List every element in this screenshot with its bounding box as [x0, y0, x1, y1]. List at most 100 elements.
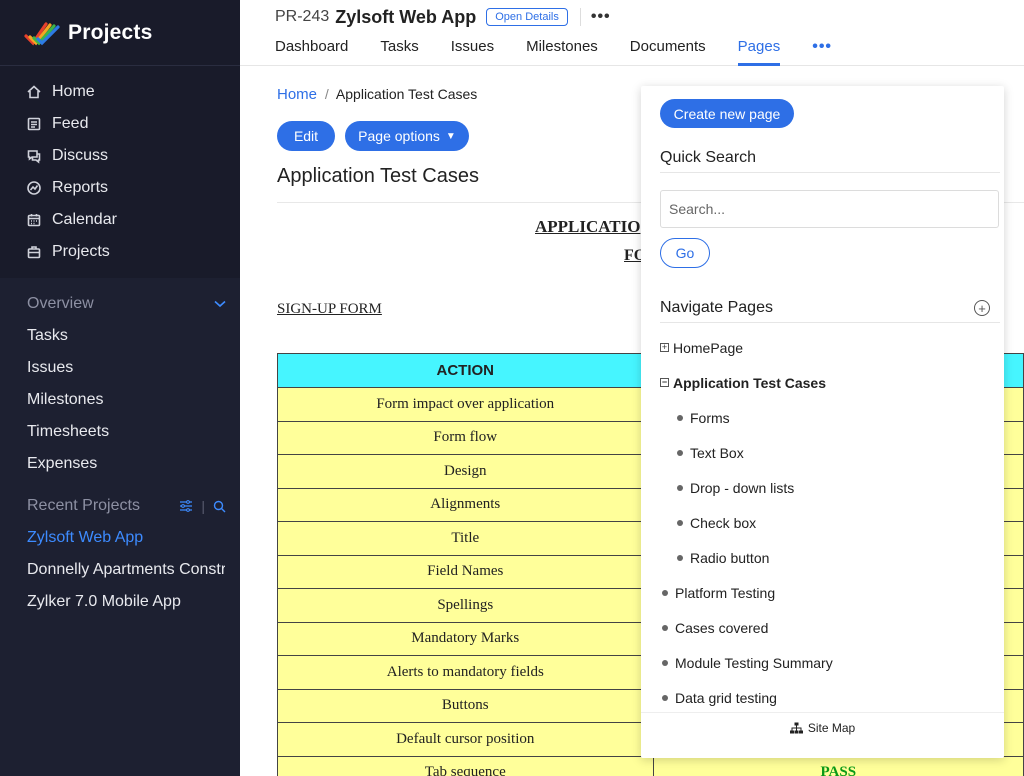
nav-item-label: Feed — [52, 115, 89, 132]
bullet-icon — [677, 414, 683, 421]
tab-tasks[interactable]: Tasks — [380, 38, 418, 66]
nav-item-label: Discuss — [52, 147, 109, 164]
project-line: PR-243 Zylsoft Web App Open Details ••• — [275, 6, 611, 28]
page-options-button[interactable]: Page options ▼ — [345, 121, 469, 151]
nav-item-label: Home — [52, 83, 95, 100]
overview-section: Overview Tasks Issues Milestones Timeshe… — [0, 288, 240, 480]
nav-item-feed[interactable]: Feed — [0, 108, 240, 140]
overview-item-tasks[interactable]: Tasks — [27, 320, 225, 352]
bullet-icon — [662, 659, 668, 666]
table-cell-action: Default cursor position — [277, 722, 654, 757]
tree-node-platform-testing[interactable]: Platform Testing — [660, 575, 1000, 610]
nav-item-label: Reports — [52, 179, 109, 196]
page-search-input[interactable] — [660, 190, 999, 228]
bullet-icon — [662, 589, 668, 596]
recent-project-donnelly[interactable]: Donnelly Apartments Construction — [27, 554, 225, 586]
tree-node-application-test-cases[interactable]: − Application Test Cases — [660, 365, 1000, 400]
open-details-button[interactable]: Open Details — [486, 8, 568, 26]
go-button[interactable]: Go — [660, 238, 710, 268]
more-tabs-icon[interactable]: ••• — [812, 38, 832, 66]
table-cell-action: Buttons — [277, 688, 654, 723]
discuss-icon — [27, 150, 41, 164]
tab-documents[interactable]: Documents — [630, 38, 706, 66]
table-cell-action: Form flow — [277, 420, 654, 455]
primary-nav: Home Feed Discuss Reports Calendar Proje… — [0, 66, 240, 278]
tab-pages[interactable]: Pages — [737, 38, 781, 66]
bullet-icon — [677, 484, 683, 491]
tree-node-cases-covered[interactable]: Cases covered — [660, 610, 1000, 645]
table-cell-action: Field Names — [277, 554, 654, 589]
page-title: Application Test Cases — [277, 165, 479, 187]
recent-project-zylsoft[interactable]: Zylsoft Web App — [27, 522, 225, 554]
doc-section-title: SIGN-UP FORM — [277, 301, 382, 317]
overview-heading[interactable]: Overview — [27, 288, 240, 320]
tab-issues[interactable]: Issues — [451, 38, 494, 66]
tree-node-data-grid-testing[interactable]: Data grid testing — [660, 680, 1000, 715]
briefcase-icon — [27, 246, 41, 259]
navigate-pages-divider — [660, 322, 1000, 323]
calendar-icon — [27, 214, 41, 227]
project-name: Zylsoft Web App — [335, 6, 477, 27]
tree-node-homepage[interactable]: + HomePage — [660, 330, 1000, 365]
expand-icon[interactable]: + — [660, 343, 669, 352]
nav-item-home[interactable]: Home — [0, 76, 240, 108]
tree-node-check-box[interactable]: Check box — [660, 505, 1000, 540]
breadcrumb-current: Application Test Cases — [335, 86, 478, 102]
brand[interactable]: Projects — [0, 0, 240, 66]
header-divider — [579, 8, 581, 26]
nav-item-calendar[interactable]: Calendar — [0, 204, 240, 236]
page-tree: + HomePage − Application Test Cases Forms … — [660, 330, 1000, 715]
projects-logo-icon — [24, 21, 60, 45]
create-new-page-button[interactable]: Create new page — [660, 99, 794, 128]
bullet-icon — [677, 519, 683, 526]
bullet-icon — [677, 554, 683, 561]
brand-title: Projects — [68, 20, 153, 44]
recent-tools: | — [179, 498, 226, 514]
doc-heading: APPLICATIO — [535, 217, 641, 236]
navigate-pages-label: Navigate Pages — [660, 299, 773, 316]
feed-icon — [27, 117, 41, 131]
table-cell-action: Spellings — [277, 588, 654, 623]
chevron-down-icon[interactable] — [214, 300, 226, 308]
overview-item-expenses[interactable]: Expenses — [27, 448, 225, 480]
breadcrumb-separator: / — [324, 86, 329, 102]
table-cell-action: Mandatory Marks — [277, 621, 654, 656]
tab-milestones[interactable]: Milestones — [526, 38, 598, 66]
table-header-action: ACTION — [277, 353, 654, 388]
site-map-link[interactable]: Site Map — [641, 712, 1004, 742]
search-icon[interactable] — [213, 500, 226, 513]
table-cell-action: Design — [277, 454, 654, 489]
breadcrumb-home-link[interactable]: Home — [277, 86, 317, 103]
recent-project-zylker[interactable]: Zylker 7.0 Mobile App — [27, 586, 225, 618]
tools-separator: | — [201, 498, 205, 514]
overview-item-issues[interactable]: Issues — [27, 352, 225, 384]
tree-node-forms[interactable]: Forms — [660, 400, 1000, 435]
project-header: PR-243 Zylsoft Web App Open Details ••• … — [240, 0, 1024, 66]
project-id: PR-243 — [275, 8, 330, 25]
tab-dashboard[interactable]: Dashboard — [275, 38, 348, 66]
edit-button[interactable]: Edit — [277, 121, 335, 151]
table-cell-action: Alignments — [277, 487, 654, 522]
nav-item-reports[interactable]: Reports — [0, 172, 240, 204]
nav-item-label: Calendar — [52, 211, 117, 228]
add-page-icon[interactable]: + — [974, 300, 990, 316]
pages-dropdown-panel: Create new page Quick Search Go Navigate… — [641, 86, 1004, 758]
table-cell-action: Tab sequence — [277, 755, 654, 776]
overview-item-timesheets[interactable]: Timesheets — [27, 416, 225, 448]
project-tabs: Dashboard Tasks Issues Milestones Docume… — [275, 38, 832, 66]
tree-node-module-testing-summary[interactable]: Module Testing Summary — [660, 645, 1000, 680]
nav-item-projects[interactable]: Projects — [0, 236, 240, 268]
filter-icon[interactable] — [179, 500, 193, 512]
quick-search-divider — [660, 172, 1000, 173]
bullet-icon — [662, 694, 668, 701]
overview-item-milestones[interactable]: Milestones — [27, 384, 225, 416]
home-icon — [27, 85, 41, 99]
tree-node-drop-down-lists[interactable]: Drop - down lists — [660, 470, 1000, 505]
nav-item-discuss[interactable]: Discuss — [0, 140, 240, 172]
collapse-icon[interactable]: − — [660, 378, 669, 387]
tree-node-text-box[interactable]: Text Box — [660, 435, 1000, 470]
breadcrumb: Home / Application Test Cases — [277, 86, 477, 103]
tree-node-radio-button[interactable]: Radio button — [660, 540, 1000, 575]
more-options-icon[interactable]: ••• — [591, 8, 611, 26]
quick-search-label: Quick Search — [660, 149, 757, 166]
